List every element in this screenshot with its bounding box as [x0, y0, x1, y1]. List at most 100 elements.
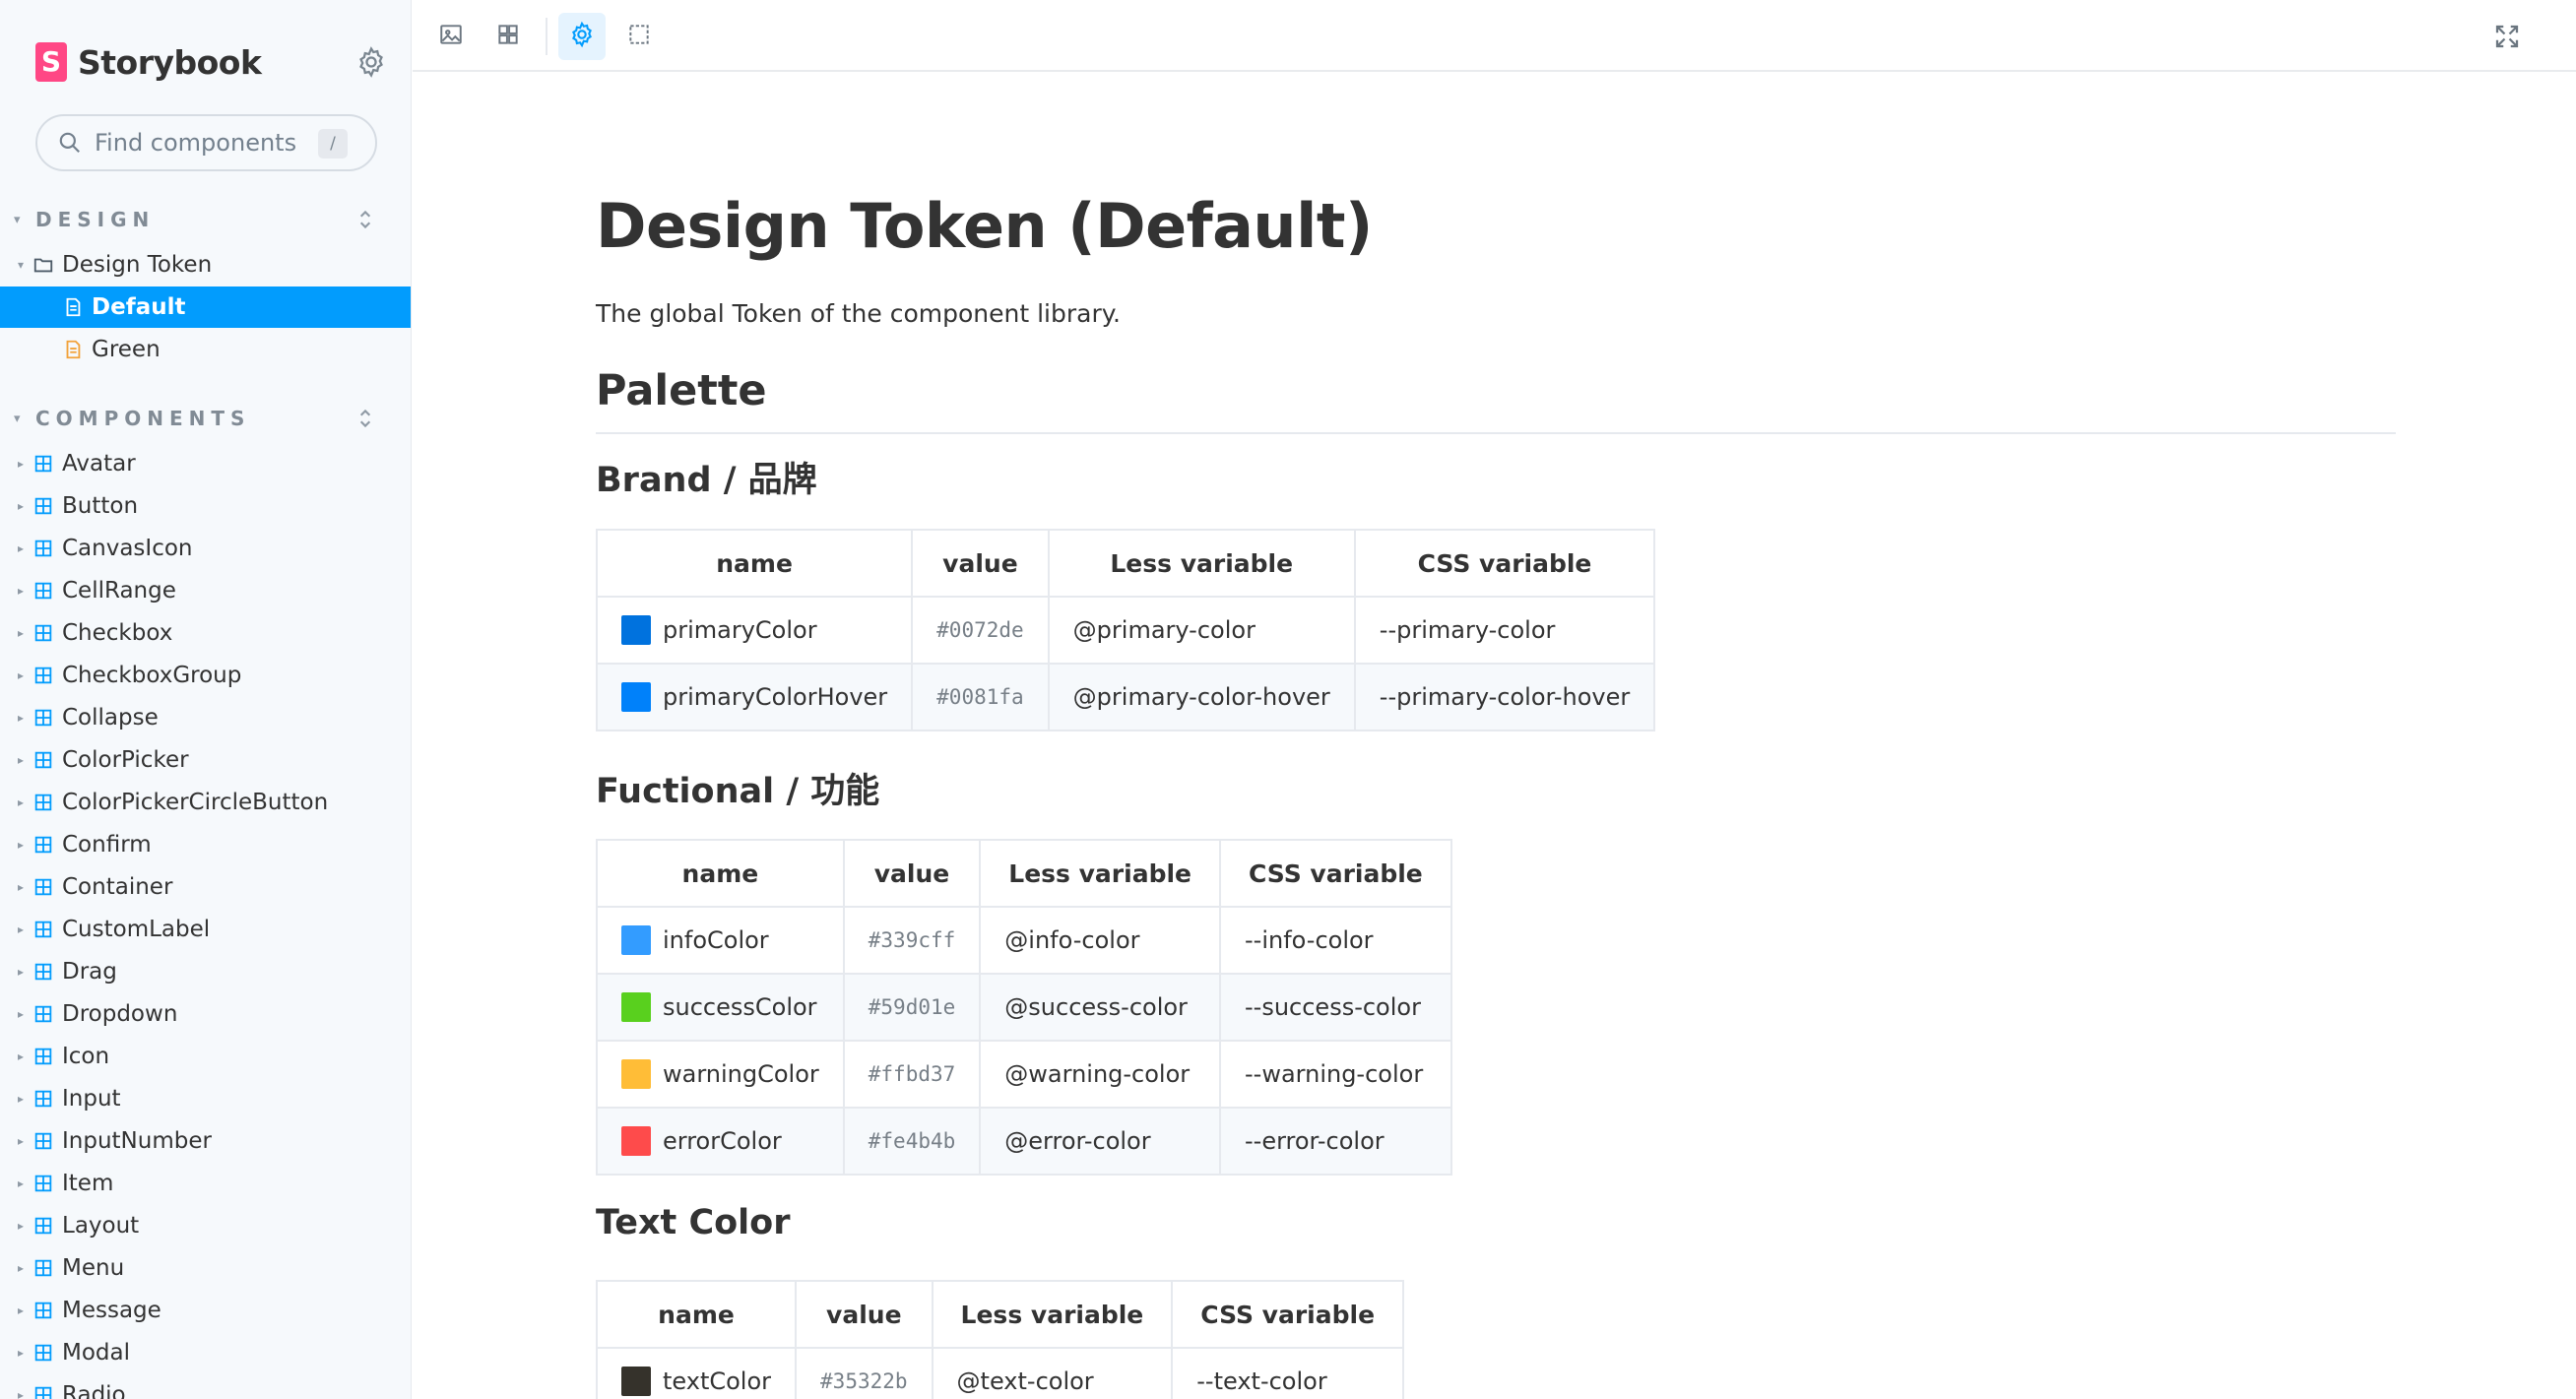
chevron-right-icon: ▸ — [17, 1007, 25, 1021]
app-title[interactable]: Storybook — [78, 43, 262, 82]
chevron-right-icon: ▸ — [17, 541, 25, 555]
chevron-right-icon: ▸ — [17, 1134, 25, 1148]
sidebar-item-colorpickercirclebutton[interactable]: ▸ ColorPickerCircleButton — [0, 782, 411, 823]
document-icon — [62, 339, 84, 360]
token-name: textColor — [663, 1367, 772, 1395]
page-description: The global Token of the component librar… — [596, 299, 1121, 328]
css-variable: --success-color — [1219, 973, 1452, 1042]
sidebar-group-design-token[interactable]: ▾ Design Token — [0, 244, 411, 286]
expand-collapse-icon[interactable] — [353, 207, 378, 232]
sidebar-item-cellrange[interactable]: ▸ CellRange — [0, 570, 411, 611]
css-variable: --info-color — [1219, 906, 1452, 975]
component-icon — [32, 834, 54, 856]
sidebar-item-container[interactable]: ▸ Container — [0, 866, 411, 908]
fullscreen-icon[interactable] — [2492, 22, 2522, 51]
sidebar-item-drag[interactable]: ▸ Drag — [0, 951, 411, 992]
less-variable: @error-color — [979, 1107, 1221, 1176]
chevron-right-icon: ▸ — [17, 584, 25, 598]
token-name-cell: primaryColorHover — [595, 663, 914, 731]
brand-token-table: name value Less variable CSS variable primar… — [595, 529, 1656, 731]
sidebar-item-button[interactable]: ▸ Button — [0, 485, 411, 527]
token-name-cell: textColor — [595, 1347, 798, 1399]
component-icon — [32, 919, 54, 940]
sidebar-header: S Storybook — [35, 37, 383, 87]
sidebar-item-dropdown[interactable]: ▸ Dropdown — [0, 993, 411, 1035]
image-icon — [438, 22, 464, 51]
component-icon — [32, 876, 54, 898]
component-icon — [32, 495, 54, 517]
sidebar-item-input[interactable]: ▸ Input — [0, 1078, 411, 1119]
column-header: CSS variable — [1219, 839, 1452, 908]
sidebar-item-collapse[interactable]: ▸ Collapse — [0, 697, 411, 738]
token-name-cell: errorColor — [596, 1107, 845, 1176]
component-icon — [32, 1257, 54, 1279]
sidebar-item-label: Checkbox — [62, 620, 173, 646]
sidebar-item-customlabel[interactable]: ▸ CustomLabel — [0, 909, 411, 950]
sidebar-item-inputnumber[interactable]: ▸ InputNumber — [0, 1120, 411, 1162]
settings-gear-icon[interactable] — [354, 45, 388, 79]
sidebar-item-default[interactable]: Default — [0, 286, 411, 328]
sidebar-item-label: Radio — [62, 1382, 126, 1399]
css-variable: --primary-color-hover — [1353, 663, 1656, 731]
sidebar-item-layout[interactable]: ▸ Layout — [0, 1205, 411, 1246]
sidebar-item-radio[interactable]: ▸ Radio — [0, 1374, 411, 1399]
token-value: #59d01e — [842, 973, 982, 1042]
section-design[interactable]: ▾ DESIGN — [14, 200, 378, 239]
sidebar-item-label: Button — [62, 493, 139, 519]
sidebar-item-confirm[interactable]: ▸ Confirm — [0, 824, 411, 865]
column-header: name — [595, 1280, 798, 1349]
sidebar-item-icon[interactable]: ▸ Icon — [0, 1036, 411, 1077]
sidebar-item-label: CellRange — [62, 578, 176, 604]
less-variable: @text-color — [931, 1347, 1174, 1399]
chevron-right-icon: ▸ — [17, 795, 25, 809]
token-name: successColor — [663, 993, 817, 1021]
sidebar-item-label: CanvasIcon — [62, 536, 193, 561]
chevron-right-icon: ▸ — [17, 626, 25, 640]
section-components[interactable]: ▾ COMPONENTS — [14, 399, 378, 438]
component-icon — [32, 792, 54, 813]
sidebar-item-label: ColorPicker — [62, 747, 189, 773]
less-variable: @primary-color-hover — [1047, 663, 1356, 731]
sidebar-item-avatar[interactable]: ▸ Avatar — [0, 443, 411, 484]
token-name: warningColor — [663, 1060, 819, 1088]
token-value: #35322b — [795, 1347, 934, 1399]
toolbar-outline-button[interactable] — [615, 13, 663, 60]
sidebar-item-label: Dropdown — [62, 1001, 178, 1027]
component-icon — [32, 1384, 54, 1399]
toolbar-settings-button[interactable] — [558, 13, 606, 60]
column-header: CSS variable — [1171, 1280, 1405, 1349]
sidebar-item-message[interactable]: ▸ Message — [0, 1290, 411, 1331]
text-color-token-table: name value Less variable CSS variable textCo… — [595, 1280, 1405, 1399]
chevron-right-icon: ▸ — [17, 965, 25, 979]
sidebar-item-green[interactable]: Green — [0, 329, 411, 370]
expand-collapse-icon[interactable] — [353, 406, 378, 431]
sidebar-item-menu[interactable]: ▸ Menu — [0, 1247, 411, 1289]
css-variable: --error-color — [1219, 1107, 1452, 1176]
sidebar-item-checkbox[interactable]: ▸ Checkbox — [0, 612, 411, 654]
search-input[interactable] — [95, 129, 311, 157]
color-swatch — [621, 682, 651, 712]
storybook-logo[interactable]: S — [35, 42, 67, 82]
sidebar-item-checkboxgroup[interactable]: ▸ CheckboxGroup — [0, 655, 411, 696]
sidebar-item-colorpicker[interactable]: ▸ ColorPicker — [0, 739, 411, 781]
table-row: warningColor #ffbd37 @warning-color --warni… — [596, 1040, 1452, 1109]
token-value: #0072de — [911, 596, 1050, 665]
sidebar-item-label: InputNumber — [62, 1128, 212, 1154]
sidebar: S Storybook / ▾ DESIGN ▾ Design Token — [0, 0, 412, 1399]
sidebar-item-item[interactable]: ▸ Item — [0, 1163, 411, 1204]
sidebar-item-modal[interactable]: ▸ Modal — [0, 1332, 411, 1373]
table-row: primaryColor #0072de @primary-color --prima… — [595, 596, 1656, 665]
table-header-row: name value Less variable CSS variable — [595, 529, 1656, 598]
less-variable: @primary-color — [1047, 596, 1356, 665]
sidebar-item-label: CheckboxGroup — [62, 663, 242, 688]
sidebar-item-canvasicon[interactable]: ▸ CanvasIcon — [0, 528, 411, 569]
search-box[interactable]: / — [35, 114, 377, 171]
column-header: Less variable — [979, 839, 1221, 908]
sidebar-item-label: Avatar — [62, 451, 136, 477]
toolbar-image-button[interactable] — [427, 13, 475, 60]
chevron-down-icon: ▾ — [17, 258, 25, 272]
sidebar-item-label: Drag — [62, 959, 117, 985]
toolbar-grid-button[interactable] — [484, 13, 532, 60]
chevron-down-icon: ▾ — [14, 212, 21, 227]
token-value: #ffbd37 — [842, 1040, 982, 1109]
